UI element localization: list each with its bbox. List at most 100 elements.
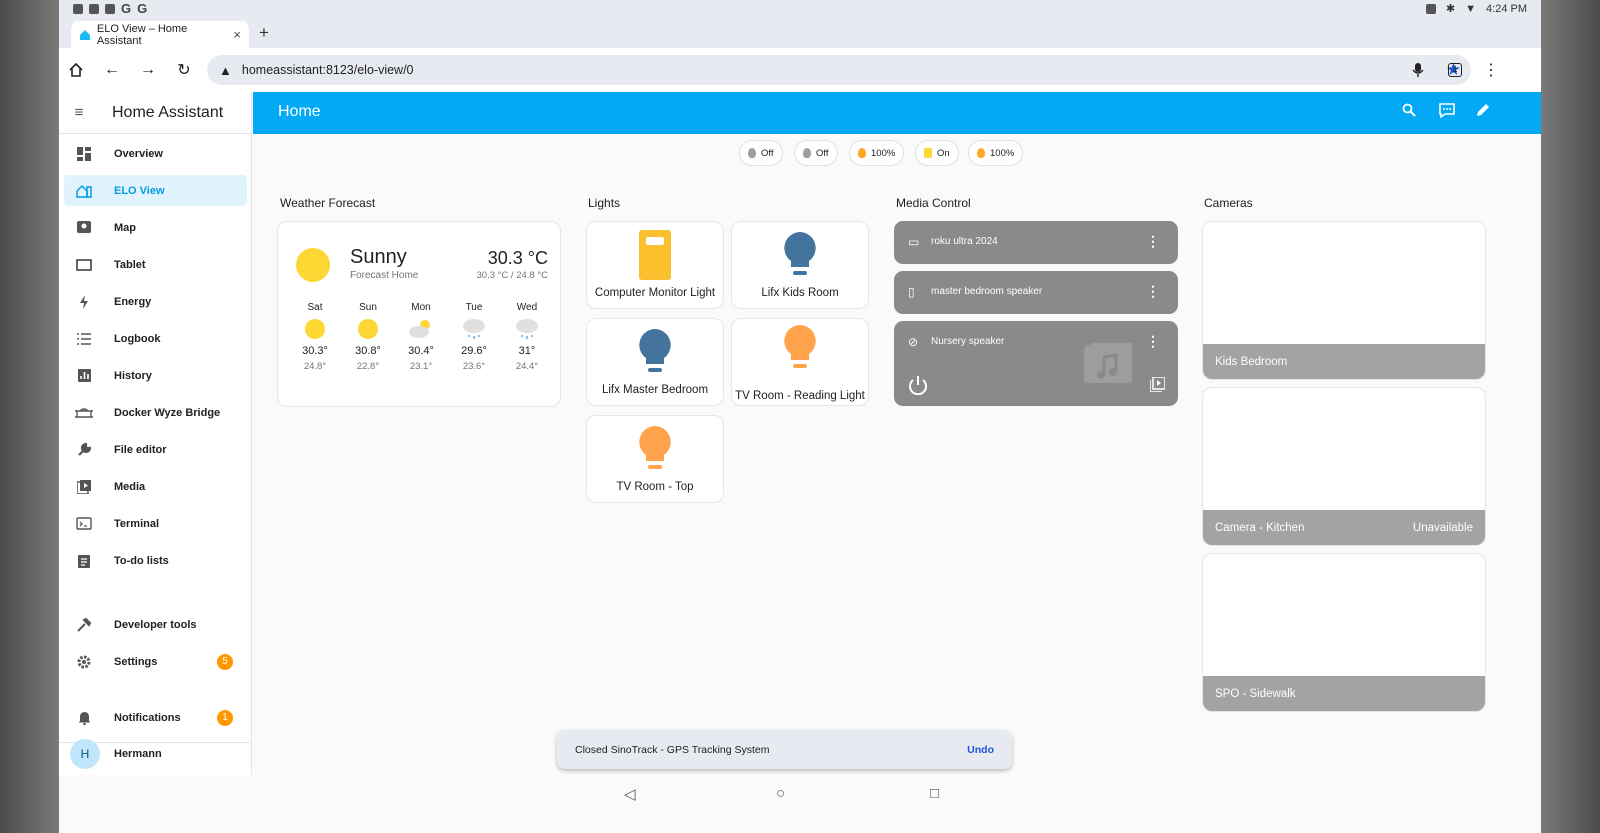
bulb-icon (639, 426, 671, 469)
sidebar-item-file-editor[interactable]: File editor (64, 434, 247, 465)
more-vert-icon[interactable]: ⋮ (1146, 283, 1160, 300)
forecast-day: Tue 29.6° 23.6° (454, 302, 494, 372)
sidebar-item-label: Tablet (114, 258, 146, 271)
tablet-screen: G G ✱ ▼ 4:24 PM ELO View – Home Assistan… (59, 0, 1541, 833)
light-tile[interactable]: Lifx Kids Room (731, 221, 869, 309)
hammer-icon (77, 617, 91, 632)
sidebar-item-map[interactable]: Map (64, 212, 247, 243)
sidebar-item-tablet[interactable]: Tablet (64, 249, 247, 280)
light-name: TV Room - Top (616, 481, 694, 493)
tab-switcher-button[interactable]: 1 (1443, 58, 1467, 82)
clipboard-icon (78, 554, 90, 568)
media-player-card[interactable]: ▭ roku ultra 2024 ⋮ (894, 221, 1178, 264)
sidebar-item-history[interactable]: History (64, 360, 247, 391)
assist-icon[interactable] (1439, 103, 1455, 122)
chip-label: 100% (871, 147, 896, 159)
camera-card[interactable]: Kids Bedroom (1202, 221, 1486, 380)
settings-badge: 5 (217, 653, 233, 670)
sidebar-item-notifications[interactable]: Notifications 1 (64, 702, 247, 733)
chip-label: Off (761, 147, 774, 159)
back-button[interactable]: ← (100, 58, 124, 82)
sidebar-item-developer-tools[interactable]: Developer tools (64, 609, 247, 640)
sidebar-item-logbook[interactable]: Logbook (64, 323, 247, 354)
sidebar-item-docker-wyze-bridge[interactable]: Docker Wyze Bridge (64, 397, 247, 428)
camera-caption: Camera - Kitchen Unavailable (1203, 510, 1485, 545)
menu-collapse-icon[interactable]: ≡ (59, 104, 99, 121)
home-icon (69, 62, 83, 77)
light-tile[interactable]: Computer Monitor Light (586, 221, 724, 309)
notifications-badge: 1 (217, 709, 233, 726)
chip-label: 100% (990, 147, 1015, 159)
media-browse-icon[interactable] (1150, 377, 1165, 392)
android-navigation-bar: ◁ ○ □ (59, 775, 1541, 833)
address-bar[interactable]: ▲ homeassistant:8123/elo-view/0 ★ (207, 55, 1471, 85)
forecast-low: 24.4° (515, 361, 539, 372)
light-tile[interactable]: TV Room - Reading Light (731, 318, 869, 406)
sunny-icon (296, 248, 330, 282)
camera-card[interactable]: Camera - Kitchen Unavailable (1202, 387, 1486, 546)
rainy-icon (516, 319, 538, 339)
sidebar-title: Home Assistant (112, 103, 224, 121)
sidebar-item-label: Docker Wyze Bridge (114, 406, 221, 419)
sidebar-item-overview[interactable]: Overview (64, 138, 247, 169)
not-secure-warning-icon[interactable]: ▲ (219, 63, 232, 78)
music-video-icon (1084, 343, 1132, 383)
avatar: H (70, 738, 100, 769)
url-text[interactable]: homeassistant:8123/elo-view/0 (242, 63, 414, 77)
sidebar-item-elo-view[interactable]: ELO View (64, 175, 247, 206)
tab-close-icon[interactable]: × (233, 27, 241, 42)
terminal-icon (76, 517, 92, 530)
nav-back-icon[interactable]: ◁ (624, 785, 636, 803)
sidebar-item-terminal[interactable]: Terminal (64, 508, 247, 539)
weather-location: Forecast Home (350, 270, 419, 281)
camera-card[interactable]: SPO - Sidewalk (1202, 553, 1486, 712)
lightning-icon (80, 294, 88, 309)
light-tile[interactable]: Lifx Master Bedroom (586, 318, 724, 406)
bulb-icon (803, 148, 811, 158)
forecast-high: 30.4° (408, 345, 434, 357)
light-chip[interactable]: Off (794, 140, 838, 166)
media-player-card[interactable]: ⊘ Nursery speaker ⋮ (894, 321, 1178, 406)
forecast-low: 23.6° (462, 361, 486, 372)
media-player-card[interactable]: ▯ master bedroom speaker ⋮ (894, 271, 1178, 314)
forecast-day: Wed 31° 24.4° (507, 302, 547, 372)
light-name: TV Room - Reading Light (735, 390, 865, 402)
sidebar-item-settings[interactable]: Settings 5 (64, 646, 247, 677)
sidebar-item-user[interactable]: H Hermann (64, 738, 247, 769)
undo-button[interactable]: Undo (967, 744, 994, 756)
weather-forecast-card[interactable]: Sunny Forecast Home 30.3 °C 30.3 °C / 24… (277, 221, 561, 407)
sidebar-item-media[interactable]: Media (64, 471, 247, 502)
media-player-name: master bedroom speaker (931, 286, 1043, 297)
sidebar-item-label: To-do lists (114, 554, 169, 567)
forecast-day: Sun 30.8° 22.8° (348, 302, 388, 372)
sidebar: ≡ Home Assistant Overview ELO View Map T… (59, 92, 252, 792)
sidebar-item-energy[interactable]: Energy (64, 286, 247, 317)
more-vert-icon[interactable]: ⋮ (1146, 333, 1160, 350)
forecast-high: 29.6° (461, 345, 487, 357)
light-chip[interactable]: 100% (968, 140, 1024, 166)
reload-button[interactable]: ↻ (172, 58, 196, 82)
nav-recents-icon[interactable]: □ (930, 785, 939, 802)
home-button[interactable] (64, 58, 88, 82)
voice-search-button[interactable] (1406, 58, 1430, 82)
search-icon[interactable] (1402, 103, 1416, 121)
home-assistant-favicon (79, 29, 90, 40)
light-chip[interactable]: On (915, 140, 959, 166)
light-name: Lifx Master Bedroom (601, 384, 709, 396)
light-tile[interactable]: TV Room - Top (586, 415, 724, 503)
power-icon[interactable] (908, 375, 928, 395)
bluetooth-icon: ✱ (1445, 3, 1456, 15)
sidebar-item-label: Settings (114, 655, 158, 668)
edit-pencil-icon[interactable] (1476, 103, 1490, 121)
light-chip[interactable]: Off (739, 140, 783, 166)
browser-tab[interactable]: ELO View – Home Assistant × (71, 21, 249, 48)
more-vert-icon[interactable]: ⋮ (1146, 233, 1160, 250)
browser-menu-button[interactable]: ⋮ (1479, 58, 1503, 82)
forward-button[interactable]: → (136, 58, 160, 82)
light-chip[interactable]: 100% (849, 140, 905, 166)
nav-home-icon[interactable]: ○ (776, 785, 785, 802)
microphone-icon (1412, 63, 1424, 77)
forecast-day-label: Sun (359, 302, 377, 313)
sidebar-item-to-do-lists[interactable]: To-do lists (64, 545, 247, 576)
new-tab-button[interactable]: + (259, 23, 269, 43)
